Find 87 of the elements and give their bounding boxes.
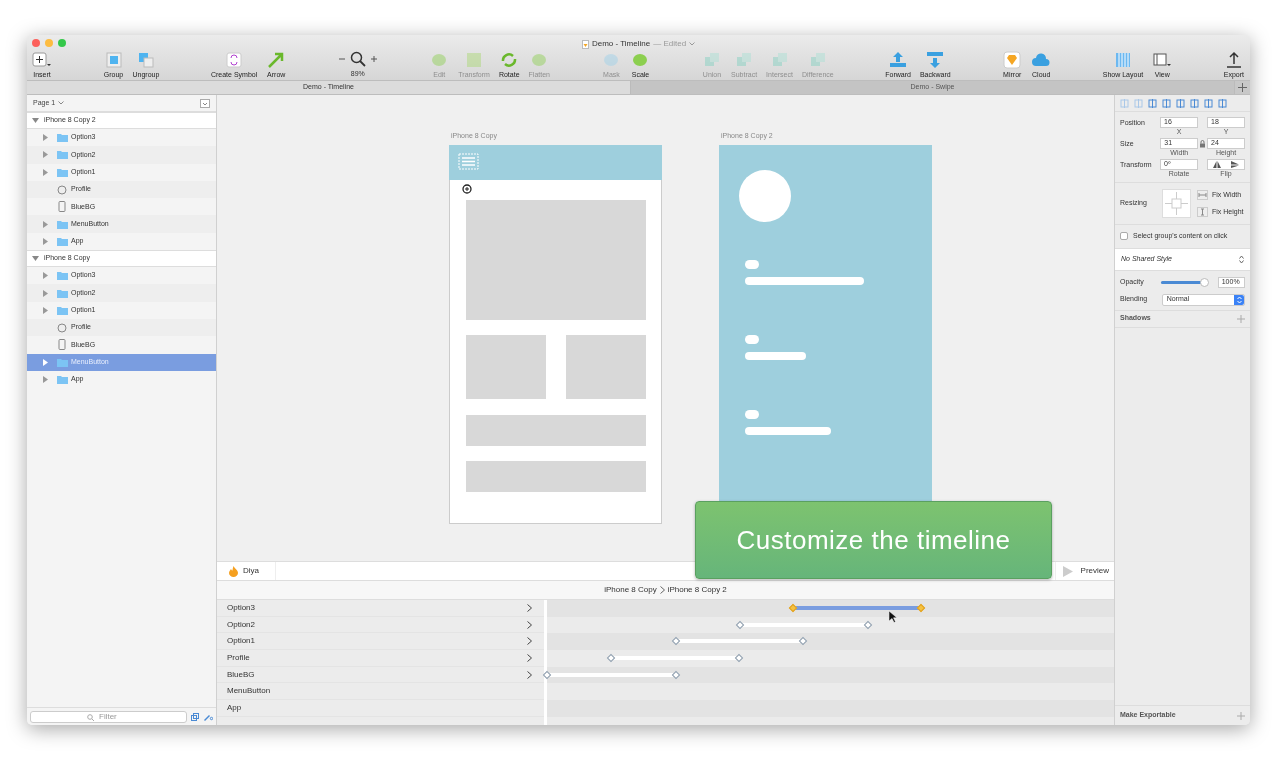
expand-icon[interactable] [43, 358, 48, 366]
chevron-down-icon[interactable] [689, 42, 696, 46]
user-name: Diya [243, 565, 259, 577]
layer-up-icon [888, 51, 909, 69]
minus-icon[interactable] [337, 55, 346, 63]
timeline-layer-row[interactable]: Option1 [217, 633, 544, 651]
minimize-button[interactable] [45, 39, 53, 47]
cloud-icon [1031, 51, 1052, 69]
boolean-icon [702, 51, 722, 69]
flip-vertical-icon[interactable] [1231, 161, 1239, 168]
pencil-icon[interactable] [203, 712, 213, 721]
timeline-layer-row[interactable]: Option2 [217, 616, 544, 634]
align-icon[interactable] [1148, 98, 1157, 108]
flip-horizontal-icon[interactable] [1213, 161, 1221, 168]
checkbox[interactable] [1120, 232, 1128, 241]
window-icon [1152, 51, 1173, 69]
chevron-down-icon[interactable] [58, 101, 65, 105]
timeline-layer-row[interactable]: App [217, 700, 544, 717]
plus-icon[interactable] [1237, 314, 1245, 323]
callout: Customize the timeline [695, 501, 1052, 579]
folder-icon [56, 375, 68, 384]
align-icon[interactable] [1134, 98, 1143, 108]
timeline-layer-row[interactable]: MenuButton [217, 683, 544, 701]
slider-thumb[interactable] [1199, 277, 1209, 287]
plus-icon[interactable] [1238, 83, 1247, 92]
flip-control[interactable] [1207, 159, 1245, 170]
breadcrumb-item[interactable]: iPhone 8 Copy 2 [667, 584, 727, 596]
search-icon [87, 713, 94, 721]
group-icon [103, 51, 124, 69]
folder-icon [56, 150, 68, 160]
expand-icon[interactable] [43, 220, 48, 228]
folder-icon [56, 167, 68, 177]
folder-icon [56, 288, 68, 298]
align-icon[interactable] [1190, 98, 1199, 108]
symbol-icon [224, 51, 245, 69]
document-icon [581, 39, 589, 49]
timeline-layer-row[interactable]: Option3 [217, 600, 544, 617]
fix-width-icon[interactable] [1197, 190, 1208, 201]
lock-icon[interactable] [1199, 140, 1206, 148]
expand-icon[interactable] [43, 134, 48, 142]
expand-icon[interactable] [43, 151, 48, 159]
columns-icon [1113, 51, 1133, 69]
folder-icon [56, 236, 68, 246]
zoom-button[interactable] [58, 39, 66, 47]
phone-outline-icon [58, 339, 66, 351]
plus-icon[interactable] [1237, 711, 1245, 720]
folder-icon [56, 357, 68, 367]
expand-icon[interactable] [43, 237, 48, 245]
play-icon [1061, 565, 1073, 577]
chevron-right-icon [659, 586, 665, 594]
resizing-diagram-icon[interactable] [1162, 189, 1191, 218]
plus-icon[interactable] [369, 55, 378, 63]
plus-icon [32, 51, 52, 69]
align-icon[interactable] [1204, 98, 1213, 108]
expand-icon[interactable] [43, 272, 48, 280]
cursor-icon [889, 611, 897, 623]
align-icon[interactable] [1218, 98, 1227, 108]
disclosure-icon[interactable] [32, 255, 39, 263]
disclosure-icon[interactable] [32, 117, 39, 124]
folder-icon [56, 305, 68, 315]
folder-icon [56, 133, 68, 143]
circle-icon [57, 184, 67, 195]
copy-icon[interactable] [191, 712, 199, 721]
timeline-layer-row[interactable]: Profile [217, 650, 544, 667]
align-icon[interactable] [1162, 98, 1171, 108]
phone-outline-icon [58, 201, 66, 213]
updown-icon [1239, 254, 1244, 264]
filter-field[interactable]: Filter [30, 710, 187, 723]
circle-icon [57, 322, 67, 333]
collapse-icon[interactable] [200, 98, 210, 108]
folder-icon [56, 219, 68, 229]
expand-icon[interactable] [43, 306, 48, 314]
expand-icon[interactable] [43, 289, 48, 297]
timeline-layer-row[interactable]: BlueBG [217, 666, 544, 684]
align-icon[interactable] [1120, 98, 1129, 108]
fix-height-icon[interactable] [1197, 206, 1208, 217]
flame-icon [229, 565, 238, 577]
align-icon[interactable] [1176, 98, 1185, 108]
expand-icon[interactable] [43, 168, 48, 176]
close-button[interactable] [32, 39, 40, 47]
layer-down-icon [925, 51, 946, 69]
breadcrumb-item[interactable]: iPhone 8 Copy [604, 584, 657, 596]
window-title: Demo - Timeline [591, 38, 651, 50]
updown-icon [1236, 295, 1242, 304]
search-icon[interactable] [349, 51, 366, 67]
expand-icon[interactable] [43, 376, 48, 383]
folder-icon [56, 271, 68, 281]
